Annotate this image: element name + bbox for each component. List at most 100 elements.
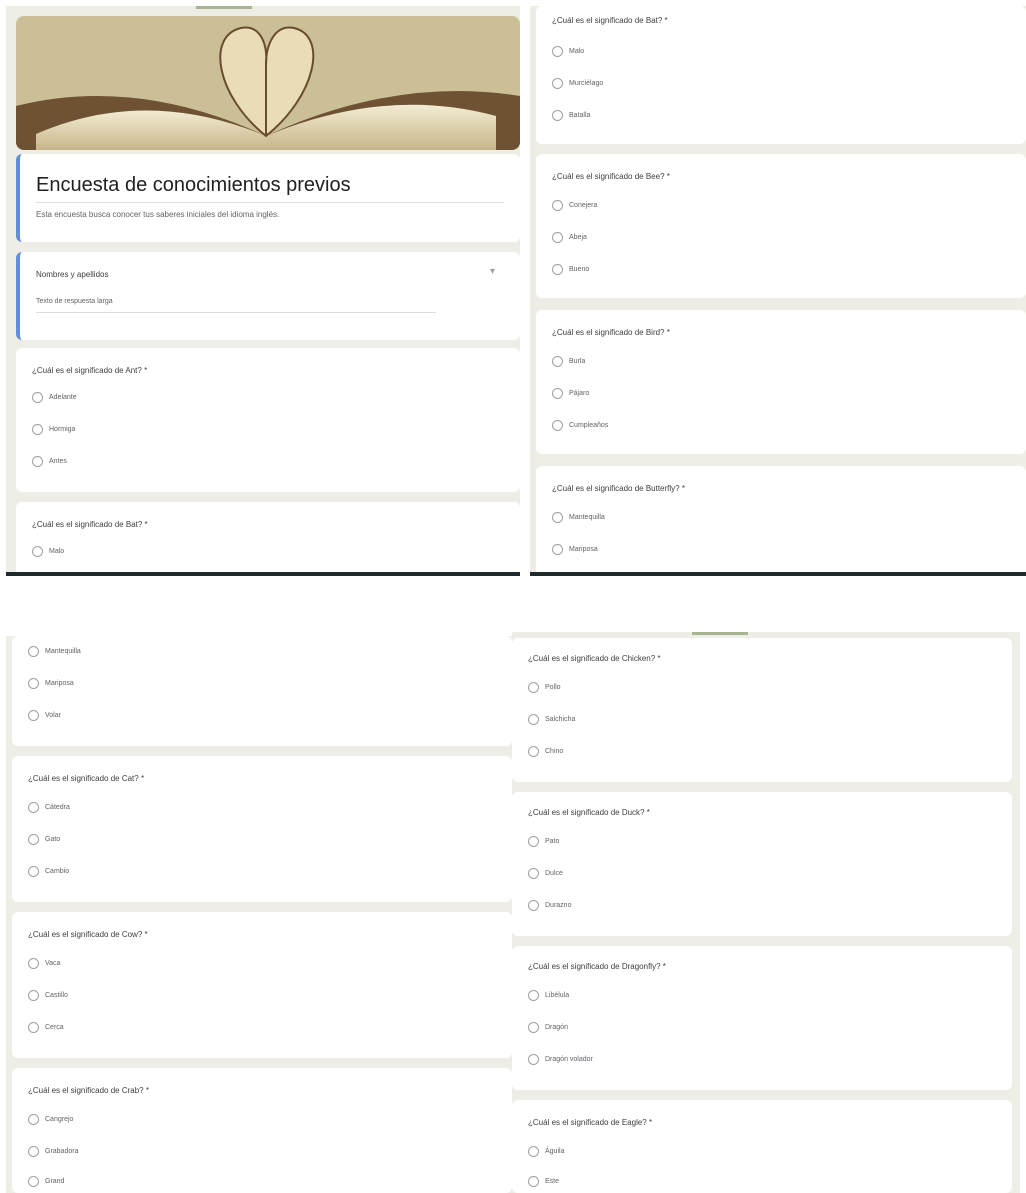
option-volar[interactable]: Volar — [28, 710, 61, 721]
panel-bottom-bar — [6, 572, 520, 576]
radio-icon[interactable] — [28, 1176, 39, 1187]
option-durazno[interactable]: Durazno — [528, 900, 571, 911]
radio-icon[interactable] — [552, 200, 563, 211]
option-este[interactable]: Este — [528, 1176, 559, 1187]
option-hormiga[interactable]: Hormiga — [32, 424, 75, 435]
option-murcielago[interactable]: Murciélago — [552, 78, 603, 89]
option-label: Grand — [45, 1178, 65, 1185]
option-malo[interactable]: Malo — [552, 46, 584, 57]
option-label: Bueno — [569, 266, 590, 273]
open-book-heart-image — [16, 16, 520, 150]
option-burla[interactable]: Burla — [552, 356, 585, 367]
radio-icon[interactable] — [552, 420, 563, 431]
option-dragon-volador[interactable]: Dragón volador — [528, 1054, 593, 1065]
option-grabadora[interactable]: Grabadora — [28, 1146, 78, 1157]
option-catedra[interactable]: Cátedra — [28, 802, 70, 813]
option-chino[interactable]: Chino — [528, 746, 563, 757]
option-mantequilla[interactable]: Mantequilla — [28, 646, 81, 657]
radio-icon[interactable] — [528, 682, 539, 693]
option-batalla[interactable]: Batalla — [552, 110, 590, 121]
option-libelula[interactable]: Libélula — [528, 990, 569, 1001]
name-question-label: Nombres y apellidos — [36, 270, 109, 279]
radio-icon[interactable] — [32, 424, 43, 435]
name-question-card[interactable]: Nombres y apellidos ▾ Texto de respuesta… — [16, 252, 520, 340]
radio-icon[interactable] — [28, 834, 39, 845]
question-title: ¿Cuál es el significado de Cat? * — [28, 774, 145, 783]
option-salchicha[interactable]: Salchicha — [528, 714, 575, 725]
radio-icon[interactable] — [528, 868, 539, 879]
option-gato[interactable]: Gato — [28, 834, 60, 845]
question-title: ¿Cuál es el significado de Ant? * — [32, 366, 148, 375]
option-bueno[interactable]: Bueno — [552, 264, 589, 275]
radio-icon[interactable] — [552, 264, 563, 275]
option-label: Pato — [545, 838, 560, 845]
option-pajaro[interactable]: Pájaro — [552, 388, 589, 399]
option-antes[interactable]: Antes — [32, 456, 67, 467]
option-label: Dulce — [545, 870, 563, 877]
option-pato[interactable]: Pato — [528, 836, 559, 847]
radio-icon[interactable] — [28, 678, 39, 689]
title-underline — [36, 202, 504, 203]
option-cumpleanos[interactable]: Cumpleaños — [552, 420, 608, 431]
radio-icon[interactable] — [28, 1114, 39, 1125]
radio-icon[interactable] — [32, 456, 43, 467]
option-mariposa[interactable]: Mariposa — [552, 544, 598, 555]
option-aguila[interactable]: Águila — [528, 1146, 564, 1157]
radio-icon[interactable] — [28, 802, 39, 813]
option-label: Burla — [569, 358, 586, 365]
option-grand[interactable]: Grand — [28, 1176, 64, 1187]
radio-icon[interactable] — [552, 544, 563, 555]
panel-bottom-bar — [530, 572, 1026, 576]
option-mariposa[interactable]: Mariposa — [28, 678, 74, 689]
radio-icon[interactable] — [552, 78, 563, 89]
radio-icon[interactable] — [552, 110, 563, 121]
option-label: Dragón volador — [545, 1056, 593, 1063]
radio-icon[interactable] — [528, 714, 539, 725]
option-cerca[interactable]: Cerca — [28, 1022, 64, 1033]
radio-icon[interactable] — [552, 388, 563, 399]
option-vaca[interactable]: Vaca — [28, 958, 60, 969]
option-label: Cangrejo — [45, 1116, 74, 1123]
radio-icon[interactable] — [28, 1022, 39, 1033]
name-answer-input[interactable]: Texto de respuesta larga — [36, 298, 113, 305]
option-abeja[interactable]: Abeja — [552, 232, 587, 243]
option-label: Mariposa — [569, 546, 598, 553]
question-card-cat: ¿Cuál es el significado de Cat? * Cátedr… — [12, 756, 512, 902]
radio-icon[interactable] — [552, 512, 563, 523]
radio-icon[interactable] — [528, 746, 539, 757]
option-label: Malo — [49, 548, 65, 555]
radio-icon[interactable] — [28, 990, 39, 1001]
option-label: Castillo — [45, 992, 68, 999]
radio-icon[interactable] — [28, 646, 39, 657]
radio-icon[interactable] — [528, 1146, 539, 1157]
option-conejera[interactable]: Conejera — [552, 200, 597, 211]
option-pollo[interactable]: Pollo — [528, 682, 561, 693]
option-castillo[interactable]: Castillo — [28, 990, 68, 1001]
option-dulce[interactable]: Dulce — [528, 868, 563, 879]
radio-icon[interactable] — [28, 866, 39, 877]
option-malo[interactable]: Malo — [32, 546, 64, 557]
radio-icon[interactable] — [552, 46, 563, 57]
radio-icon[interactable] — [32, 392, 43, 403]
option-label: Batalla — [569, 112, 591, 119]
chevron-down-icon[interactable]: ▾ — [490, 266, 495, 277]
radio-icon[interactable] — [552, 356, 563, 367]
radio-icon[interactable] — [28, 1146, 39, 1157]
radio-icon[interactable] — [552, 232, 563, 243]
radio-icon[interactable] — [32, 546, 43, 557]
radio-icon[interactable] — [528, 900, 539, 911]
option-cambio[interactable]: Cambio — [28, 866, 69, 877]
option-mantequilla[interactable]: Mantequilla — [552, 512, 605, 523]
radio-icon[interactable] — [528, 1022, 539, 1033]
option-cangrejo[interactable]: Cangrejo — [28, 1114, 73, 1125]
option-dragon[interactable]: Dragón — [528, 1022, 568, 1033]
radio-icon[interactable] — [528, 990, 539, 1001]
option-label: Dragón — [545, 1024, 568, 1031]
option-adelante[interactable]: Adelante — [32, 392, 77, 403]
radio-icon[interactable] — [28, 710, 39, 721]
radio-icon[interactable] — [528, 1054, 539, 1065]
radio-icon[interactable] — [528, 836, 539, 847]
option-label: Abeja — [569, 234, 587, 241]
radio-icon[interactable] — [528, 1176, 539, 1187]
radio-icon[interactable] — [28, 958, 39, 969]
